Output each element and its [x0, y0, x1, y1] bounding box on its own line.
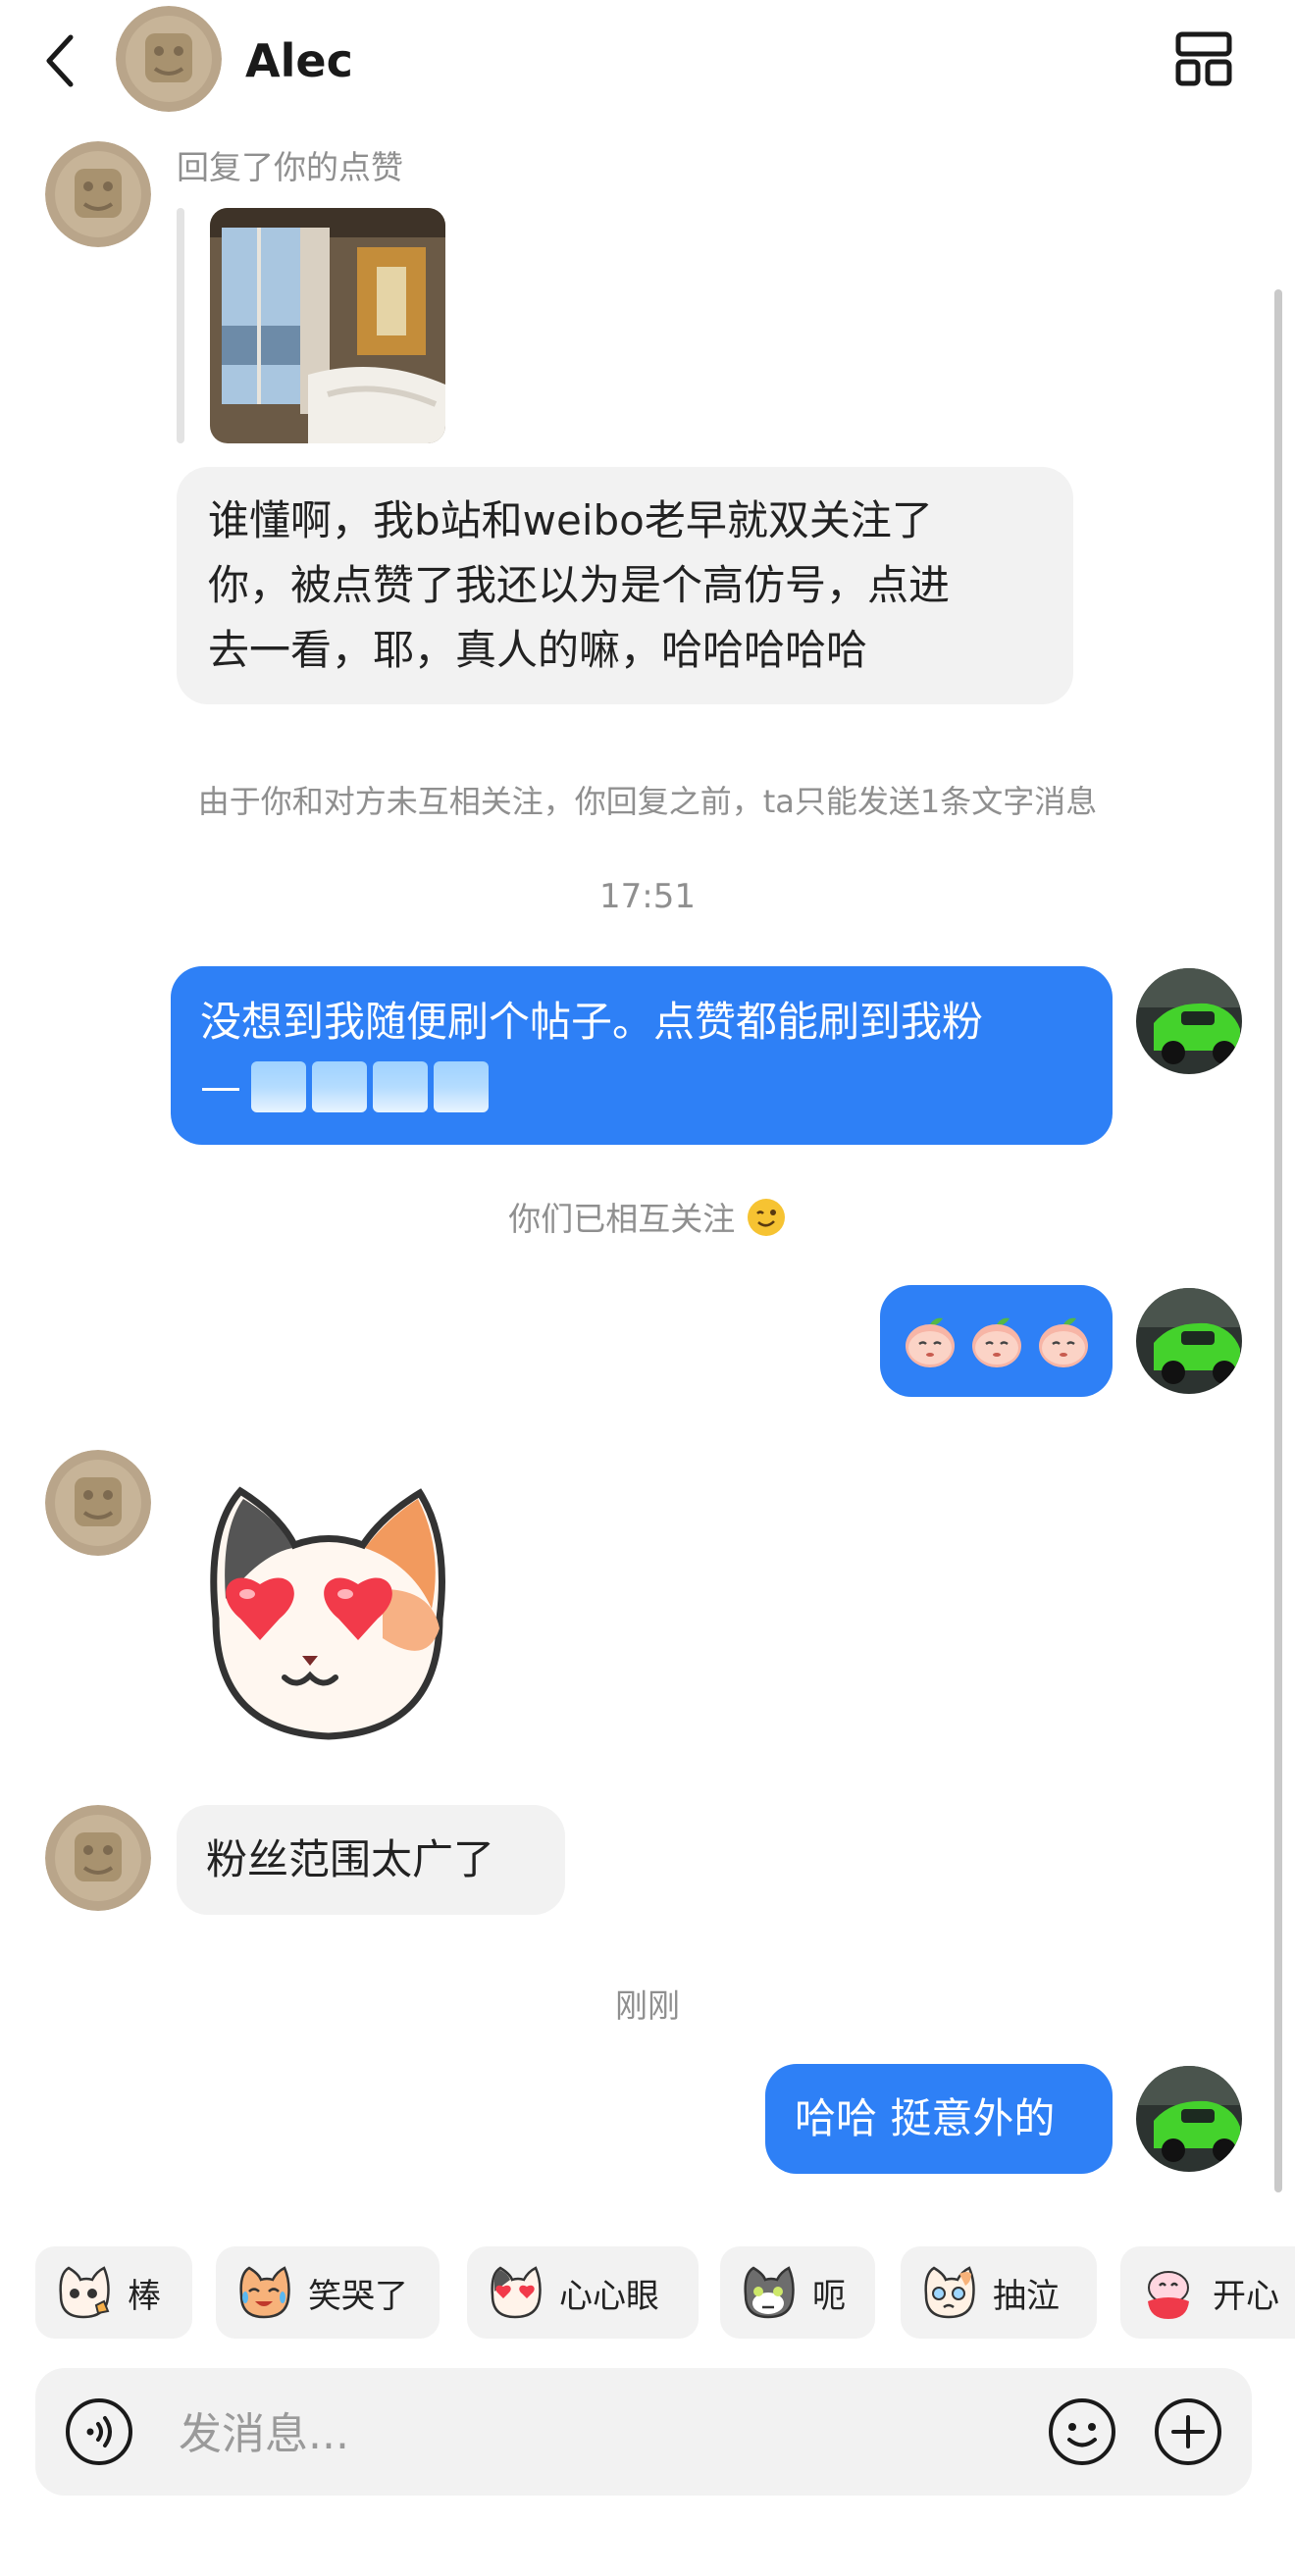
system-notice: 由于你和对方未互相关注，你回复之前，ta只能发送1条文字消息 — [197, 783, 1098, 820]
cat-laugh-cry-icon — [239, 2266, 290, 2319]
message-text-line: — — [200, 1062, 241, 1110]
red-blob-happy-icon — [1148, 2271, 1189, 2319]
heart-eyes-cat-sticker[interactable] — [186, 1471, 471, 1756]
wink-emoji-icon — [747, 1199, 785, 1236]
message-input[interactable] — [177, 2394, 1024, 2474]
more-button[interactable] — [1154, 2397, 1222, 2466]
quick-reaction-happy[interactable]: 开心 — [1120, 2246, 1295, 2339]
system-notice: 你们已相互关注 — [0, 1193, 1295, 1240]
quick-reaction-laugh-cry[interactable]: 笑哭了 — [216, 2246, 440, 2339]
message-text: 哈哈 挺意外的 — [795, 2094, 1056, 2142]
message-bubble-incoming[interactable]: 谁懂啊，我b站和weibo老早就双关注了 你，被点赞了我还以为是个高仿号，点进 … — [177, 467, 1073, 704]
contact-name[interactable]: Alec — [245, 29, 353, 92]
contact-avatar[interactable] — [45, 1450, 151, 1556]
chip-label: 开心 — [1213, 2276, 1279, 2316]
liked-post-thumbnail[interactable] — [210, 208, 445, 443]
timestamp: 17:51 — [599, 877, 696, 916]
plus-circle-icon — [1155, 2398, 1221, 2465]
my-avatar[interactable] — [1136, 2066, 1242, 2172]
chip-label: 心心眼 — [559, 2276, 659, 2316]
emoji-button[interactable] — [1048, 2397, 1116, 2466]
message-bubble-outgoing[interactable] — [880, 1285, 1113, 1397]
message-text-line: 没想到我随便刷个帖子。点赞都能刷到我粉 — [200, 998, 984, 1046]
quick-reaction-sob[interactable]: 抽泣 — [901, 2246, 1097, 2339]
message-bubble-outgoing[interactable]: 哈哈 挺意外的 — [765, 2064, 1113, 2174]
chevron-left-icon — [46, 34, 74, 87]
quick-reaction-uh[interactable]: 呃 — [720, 2246, 875, 2339]
contact-avatar[interactable] — [45, 141, 151, 247]
gray-cat-icon — [744, 2266, 795, 2319]
smiley-icon — [1049, 2398, 1115, 2465]
back-button[interactable] — [41, 29, 80, 92]
mutual-follow-text: 你们已相互关注 — [508, 1200, 736, 1238]
cat-sob-icon — [924, 2266, 975, 2319]
layout-button[interactable] — [1173, 29, 1234, 90]
chip-label: 棒 — [128, 2276, 161, 2316]
cat-thumbs-up-icon — [59, 2266, 110, 2319]
contact-avatar[interactable] — [116, 6, 222, 112]
message-text-line: 去一看，耶，真人的嘛，哈哈哈哈哈 — [208, 626, 868, 674]
voice-button[interactable] — [65, 2397, 133, 2466]
message-text-line: 你，被点赞了我还以为是个高仿号，点进 — [208, 561, 951, 609]
message-bubble-outgoing[interactable]: 没想到我随便刷个帖子。点赞都能刷到我粉 — — [171, 966, 1113, 1145]
scrollbar[interactable] — [1274, 289, 1282, 2192]
message-text: 粉丝范围太广了 — [206, 1835, 495, 1883]
quick-reaction-great[interactable]: 棒 — [35, 2246, 192, 2339]
my-avatar[interactable] — [1136, 968, 1242, 1074]
peach-emoji-icon — [1038, 1317, 1088, 1367]
quick-reaction-heart-eyes[interactable]: 心心眼 — [467, 2246, 699, 2339]
quote-bar — [177, 208, 184, 443]
peach-emoji-icon — [971, 1317, 1021, 1367]
timestamp: 刚刚 — [615, 1986, 680, 2025]
message-bubble-incoming[interactable]: 粉丝范围太广了 — [177, 1805, 565, 1915]
reply-note: 回复了你的点赞 — [177, 148, 403, 186]
voice-wave-icon — [66, 2398, 132, 2465]
chip-label: 抽泣 — [993, 2276, 1060, 2316]
chip-label: 笑哭了 — [308, 2276, 408, 2316]
peach-emoji-icon — [905, 1317, 955, 1367]
layout-grid-icon — [1175, 31, 1232, 86]
contact-avatar[interactable] — [45, 1805, 151, 1911]
chip-label: 呃 — [812, 2276, 846, 2316]
message-text-line: 谁懂啊，我b站和weibo老早就双关注了 — [208, 496, 933, 544]
my-avatar[interactable] — [1136, 1288, 1242, 1394]
blurred-emoji-sequence — [251, 1061, 489, 1112]
cat-heart-eyes-icon — [491, 2266, 542, 2319]
